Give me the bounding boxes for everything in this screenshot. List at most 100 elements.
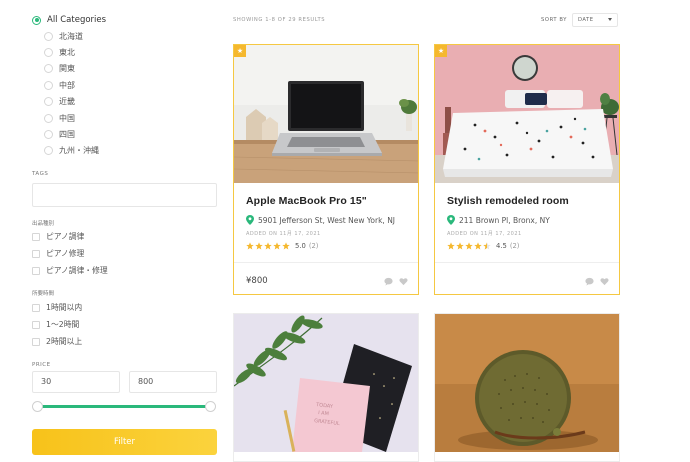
chevron-down-icon (608, 18, 612, 21)
region-radio[interactable] (44, 113, 53, 123)
category-radio-selected[interactable] (32, 15, 41, 25)
star-icon (456, 242, 464, 250)
region-radio[interactable] (44, 64, 53, 74)
region-label: 中部 (59, 80, 75, 90)
listing-address-text: 5901 Jefferson St, West New York, NJ (258, 215, 396, 225)
card-divider (234, 262, 418, 263)
price-range-track (38, 405, 211, 408)
service-option-label: ピアノ調律・修理 (46, 266, 108, 275)
sort-value: DATE (578, 17, 594, 23)
duration-option-label: 2時間以上 (46, 337, 83, 346)
listing-card[interactable] (434, 313, 620, 462)
star-icon (282, 242, 290, 250)
rating-value: 4.5 (496, 242, 507, 250)
region-item[interactable]: 北海道 (44, 28, 218, 44)
region-item[interactable]: 東北 (44, 44, 218, 60)
region-item[interactable]: 近畿 (44, 94, 218, 110)
tags-label: TAGS (32, 171, 49, 177)
region-item[interactable]: 関東 (44, 61, 218, 77)
service-option[interactable]: ピアノ調律 (32, 230, 84, 243)
bedroom-image (435, 45, 619, 183)
rating-value: 5.0 (295, 242, 306, 250)
duration-checkbox[interactable] (32, 303, 40, 312)
price-max-handle[interactable] (205, 401, 216, 412)
tags-input[interactable] (32, 183, 217, 207)
pin-icon (447, 215, 455, 225)
service-type-label: 出品種別 (32, 221, 55, 227)
sort-select[interactable]: DATE (572, 13, 618, 27)
price-range-slider[interactable] (32, 398, 217, 414)
results-count: SHOWING 1-8 OF 29 RESULTS (233, 17, 326, 23)
star-icon (474, 242, 482, 250)
listing-added-date: ADDED ON 11月 17, 2021 (246, 231, 321, 237)
rating-stars (447, 242, 492, 250)
duration-option[interactable]: 1〜2時間 (32, 318, 79, 331)
duration-checkbox[interactable] (32, 337, 40, 346)
region-radio[interactable] (44, 146, 53, 156)
listing-image[interactable]: ★ (435, 45, 619, 183)
region-item[interactable]: 九州・沖縄 (44, 143, 218, 159)
region-item[interactable]: 四国 (44, 126, 218, 142)
listing-address: 5901 Jefferson St, West New York, NJ (246, 215, 395, 225)
listing-title[interactable]: Stylish remodeled room (447, 195, 569, 207)
service-checkbox[interactable] (32, 249, 40, 258)
region-radio[interactable] (44, 80, 53, 90)
macbook-on-desk-image (234, 45, 418, 183)
filter-button[interactable]: Filter (32, 429, 217, 455)
region-item[interactable]: 中国 (44, 110, 218, 126)
sort-label: SORT BY (541, 17, 568, 23)
listing-image[interactable]: ★ (234, 45, 418, 183)
region-label: 関東 (59, 64, 75, 74)
listing-title[interactable]: Apple MacBook Pro 15" (246, 195, 367, 207)
listing-card[interactable]: ★ Apple MacBook Pro 15" 5901 Jefferson S… (233, 44, 419, 295)
star-icon (246, 242, 254, 250)
category-all-label: All Categories (47, 15, 107, 25)
listing-card[interactable]: ★ Stylish remodeled room 211 Brown Pl, B… (434, 44, 620, 295)
duration-checkbox[interactable] (32, 320, 40, 329)
star-icon (273, 242, 281, 250)
pin-icon (246, 215, 254, 225)
region-label: 中国 (59, 113, 75, 123)
region-label: 四国 (59, 130, 75, 140)
listing-card[interactable]: TODAY I AM GRATEFUL (233, 313, 419, 462)
star-icon (264, 242, 272, 250)
card-actions (579, 277, 609, 286)
listing-image[interactable] (435, 314, 619, 452)
service-checkbox[interactable] (32, 266, 40, 275)
region-radio[interactable] (44, 97, 53, 107)
duration-option-label: 1〜2時間 (46, 320, 80, 329)
service-checkbox[interactable] (32, 232, 40, 241)
featured-star-icon: ★ (435, 45, 447, 57)
star-icon (255, 242, 263, 250)
rating-count: (2) (308, 242, 319, 250)
region-list: 北海道 東北 関東 中部 近畿 中国 四国 九州・沖縄 (44, 28, 218, 159)
region-label: 近畿 (59, 97, 75, 107)
pink-notebook-image: TODAY I AM GRATEFUL (234, 314, 418, 452)
region-radio[interactable] (44, 130, 53, 140)
region-item[interactable]: 中部 (44, 77, 218, 93)
category-all[interactable]: All Categories (32, 12, 218, 28)
listing-added-date: ADDED ON 11月 17, 2021 (447, 231, 522, 237)
heart-icon[interactable] (600, 277, 609, 286)
duration-option[interactable]: 1時間以内 (32, 301, 82, 314)
price-min-input[interactable]: 30 (32, 371, 120, 393)
star-half-icon (483, 242, 491, 250)
filter-sidebar: All Categories 北海道 東北 関東 中部 近畿 中国 四国 九州・… (32, 12, 218, 455)
comment-icon[interactable] (585, 277, 594, 286)
region-radio[interactable] (44, 31, 53, 41)
listing-image[interactable]: TODAY I AM GRATEFUL (234, 314, 418, 452)
service-option[interactable]: ピアノ調律・修理 (32, 264, 108, 277)
duration-option[interactable]: 2時間以上 (32, 335, 82, 348)
service-option[interactable]: ピアノ修理 (32, 247, 84, 260)
price-max-input[interactable]: 800 (129, 371, 217, 393)
listing-address: 211 Brown Pl, Bronx, NY (447, 215, 550, 225)
price-min-handle[interactable] (32, 401, 43, 412)
service-option-label: ピアノ修理 (46, 249, 85, 258)
comment-icon[interactable] (384, 277, 393, 286)
region-radio[interactable] (44, 48, 53, 58)
card-divider (435, 262, 619, 263)
region-label: 北海道 (59, 31, 83, 41)
heart-icon[interactable] (399, 277, 408, 286)
featured-star-icon: ★ (234, 45, 246, 57)
region-label: 東北 (59, 48, 75, 58)
